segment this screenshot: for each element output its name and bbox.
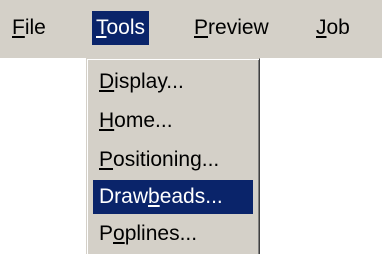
- menu-item-drawbeads-post: eads...: [159, 185, 223, 208]
- menu-item-poplines-post: plines...: [124, 222, 198, 245]
- menu-preview-mnemonic: P: [194, 16, 209, 39]
- menu-preview[interactable]: Preview: [190, 11, 273, 45]
- menu-tools-label-post: ools: [106, 16, 146, 39]
- menu-item-home-mnemonic: H: [99, 109, 115, 132]
- menu-item-drawbeads-pre: Draw: [99, 185, 149, 208]
- menu-preview-label-post: review: [208, 16, 269, 39]
- menu-job-label-post: ob: [326, 16, 350, 39]
- menu-item-positioning-mnemonic: P: [99, 148, 114, 171]
- menu-item-drawbeads-mnemonic: b: [148, 185, 160, 208]
- menu-item-display-mnemonic: D: [99, 70, 115, 93]
- menu-item-positioning[interactable]: Positioning...: [93, 143, 253, 177]
- menu-bar: File Tools Preview Job: [0, 0, 382, 58]
- menu-item-poplines-pre: P: [99, 222, 114, 245]
- menu-tools[interactable]: Tools: [92, 11, 150, 45]
- menu-job[interactable]: Job: [312, 11, 354, 45]
- menu-item-poplines-mnemonic: o: [113, 222, 125, 245]
- menu-file-label-post: ile: [24, 16, 46, 39]
- menu-item-display[interactable]: Display...: [93, 65, 253, 99]
- menu-tools-mnemonic: T: [96, 16, 107, 39]
- menu-file-mnemonic: F: [12, 16, 25, 39]
- menu-item-poplines[interactable]: Poplines...: [93, 217, 253, 251]
- menu-job-mnemonic: J: [316, 16, 327, 39]
- menu-item-home-post: ome...: [114, 109, 173, 132]
- menu-item-display-post: isplay...: [114, 70, 184, 93]
- menu-item-drawbeads[interactable]: Drawbeads...: [93, 180, 253, 214]
- menu-file[interactable]: File: [8, 11, 50, 45]
- tools-dropdown-menu: Display... Home... Positioning... Drawbe…: [86, 58, 260, 254]
- menu-item-positioning-post: ositioning...: [113, 148, 220, 171]
- menu-item-home[interactable]: Home...: [93, 104, 253, 138]
